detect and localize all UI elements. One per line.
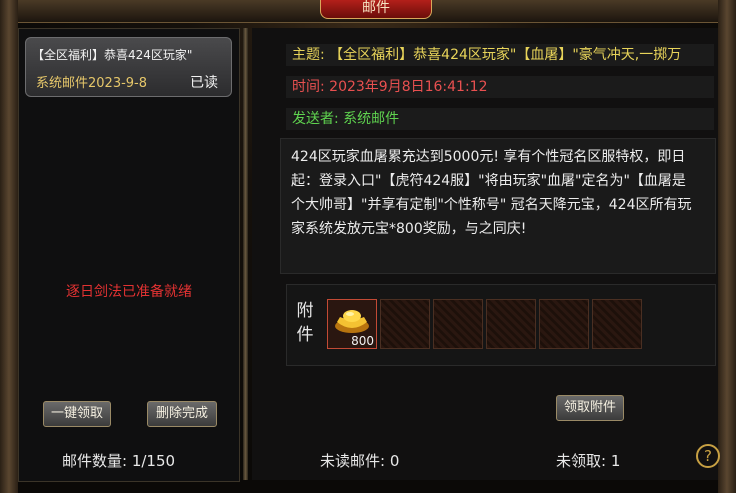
help-icon[interactable]: ?: [696, 444, 720, 468]
left-footer: 邮件数量: 1/150: [18, 440, 238, 476]
mail-list-item[interactable]: 【全区福利】恭喜424区玩家" 系统邮件2023-9-8 已读: [25, 37, 232, 97]
attachment-label: 附件: [296, 301, 314, 345]
claim-attachment-button[interactable]: 领取附件: [556, 395, 624, 421]
attachment-slot-empty: [592, 299, 642, 349]
mail-item-date: 系统邮件2023-9-8: [36, 76, 148, 91]
mail-body-box: 424区玩家血屠累充达到5000元! 享有个性冠名区服特权，即日起：登录入口"【…: [280, 138, 716, 274]
unclaimed-count: 未领取: 1: [556, 452, 621, 470]
attachment-slot-empty: [539, 299, 589, 349]
attachment-slot-empty: [433, 299, 483, 349]
delete-completed-button[interactable]: 删除完成: [147, 401, 217, 427]
mail-detail-panel: 主题: 【全区福利】恭喜424区玩家"【血屠】"豪气冲天,一掷万 时间: 202…: [252, 28, 720, 480]
mail-subject: 主题: 【全区福利】恭喜424区玩家"【血屠】"豪气冲天,一掷万: [292, 47, 682, 63]
attachment-slot[interactable]: 800: [327, 299, 377, 349]
attachment-slot-empty: [380, 299, 430, 349]
mail-count: 邮件数量: 1/150: [62, 452, 176, 470]
mail-item-title: 【全区福利】恭喜424区玩家": [32, 48, 193, 62]
skill-ready-notice: 逐日剑法已准备就绪: [66, 284, 192, 300]
mail-subject-row: 主题: 【全区福利】恭喜424区玩家"【血屠】"豪气冲天,一掷万: [286, 44, 714, 66]
mail-sender: 发送者: 系统邮件: [292, 111, 400, 127]
right-footer: 未读邮件: 0 未领取: 1 ?: [252, 440, 720, 476]
mail-item-status: 已读: [190, 75, 218, 91]
mail-time-row: 时间: 2023年9月8日16:41:12: [286, 76, 714, 98]
mail-sender-row: 发送者: 系统邮件: [286, 108, 714, 130]
left-border-deco: [0, 0, 18, 493]
mail-body: 424区玩家血屠累充达到5000元! 享有个性冠名区服特权，即日起：登录入口"【…: [291, 149, 692, 237]
mail-window: 邮件 【全区福利】恭喜424区玩家" 系统邮件2023-9-8 已读 逐日剑法已…: [0, 0, 736, 493]
attachment-area: 附件 800: [286, 284, 716, 366]
claim-all-button[interactable]: 一键领取: [43, 401, 111, 427]
window-title: 邮件: [320, 0, 432, 19]
gold-ingot-icon: [335, 310, 369, 333]
right-border-deco: [718, 0, 736, 493]
attachment-count: 800: [351, 334, 374, 348]
unread-count: 未读邮件: 0: [320, 452, 400, 470]
panel-divider: [243, 28, 248, 480]
attachment-slot-empty: [486, 299, 536, 349]
mail-list-panel: 【全区福利】恭喜424区玩家" 系统邮件2023-9-8 已读 逐日剑法已准备就…: [18, 28, 240, 482]
mail-time: 时间: 2023年9月8日16:41:12: [292, 79, 488, 95]
